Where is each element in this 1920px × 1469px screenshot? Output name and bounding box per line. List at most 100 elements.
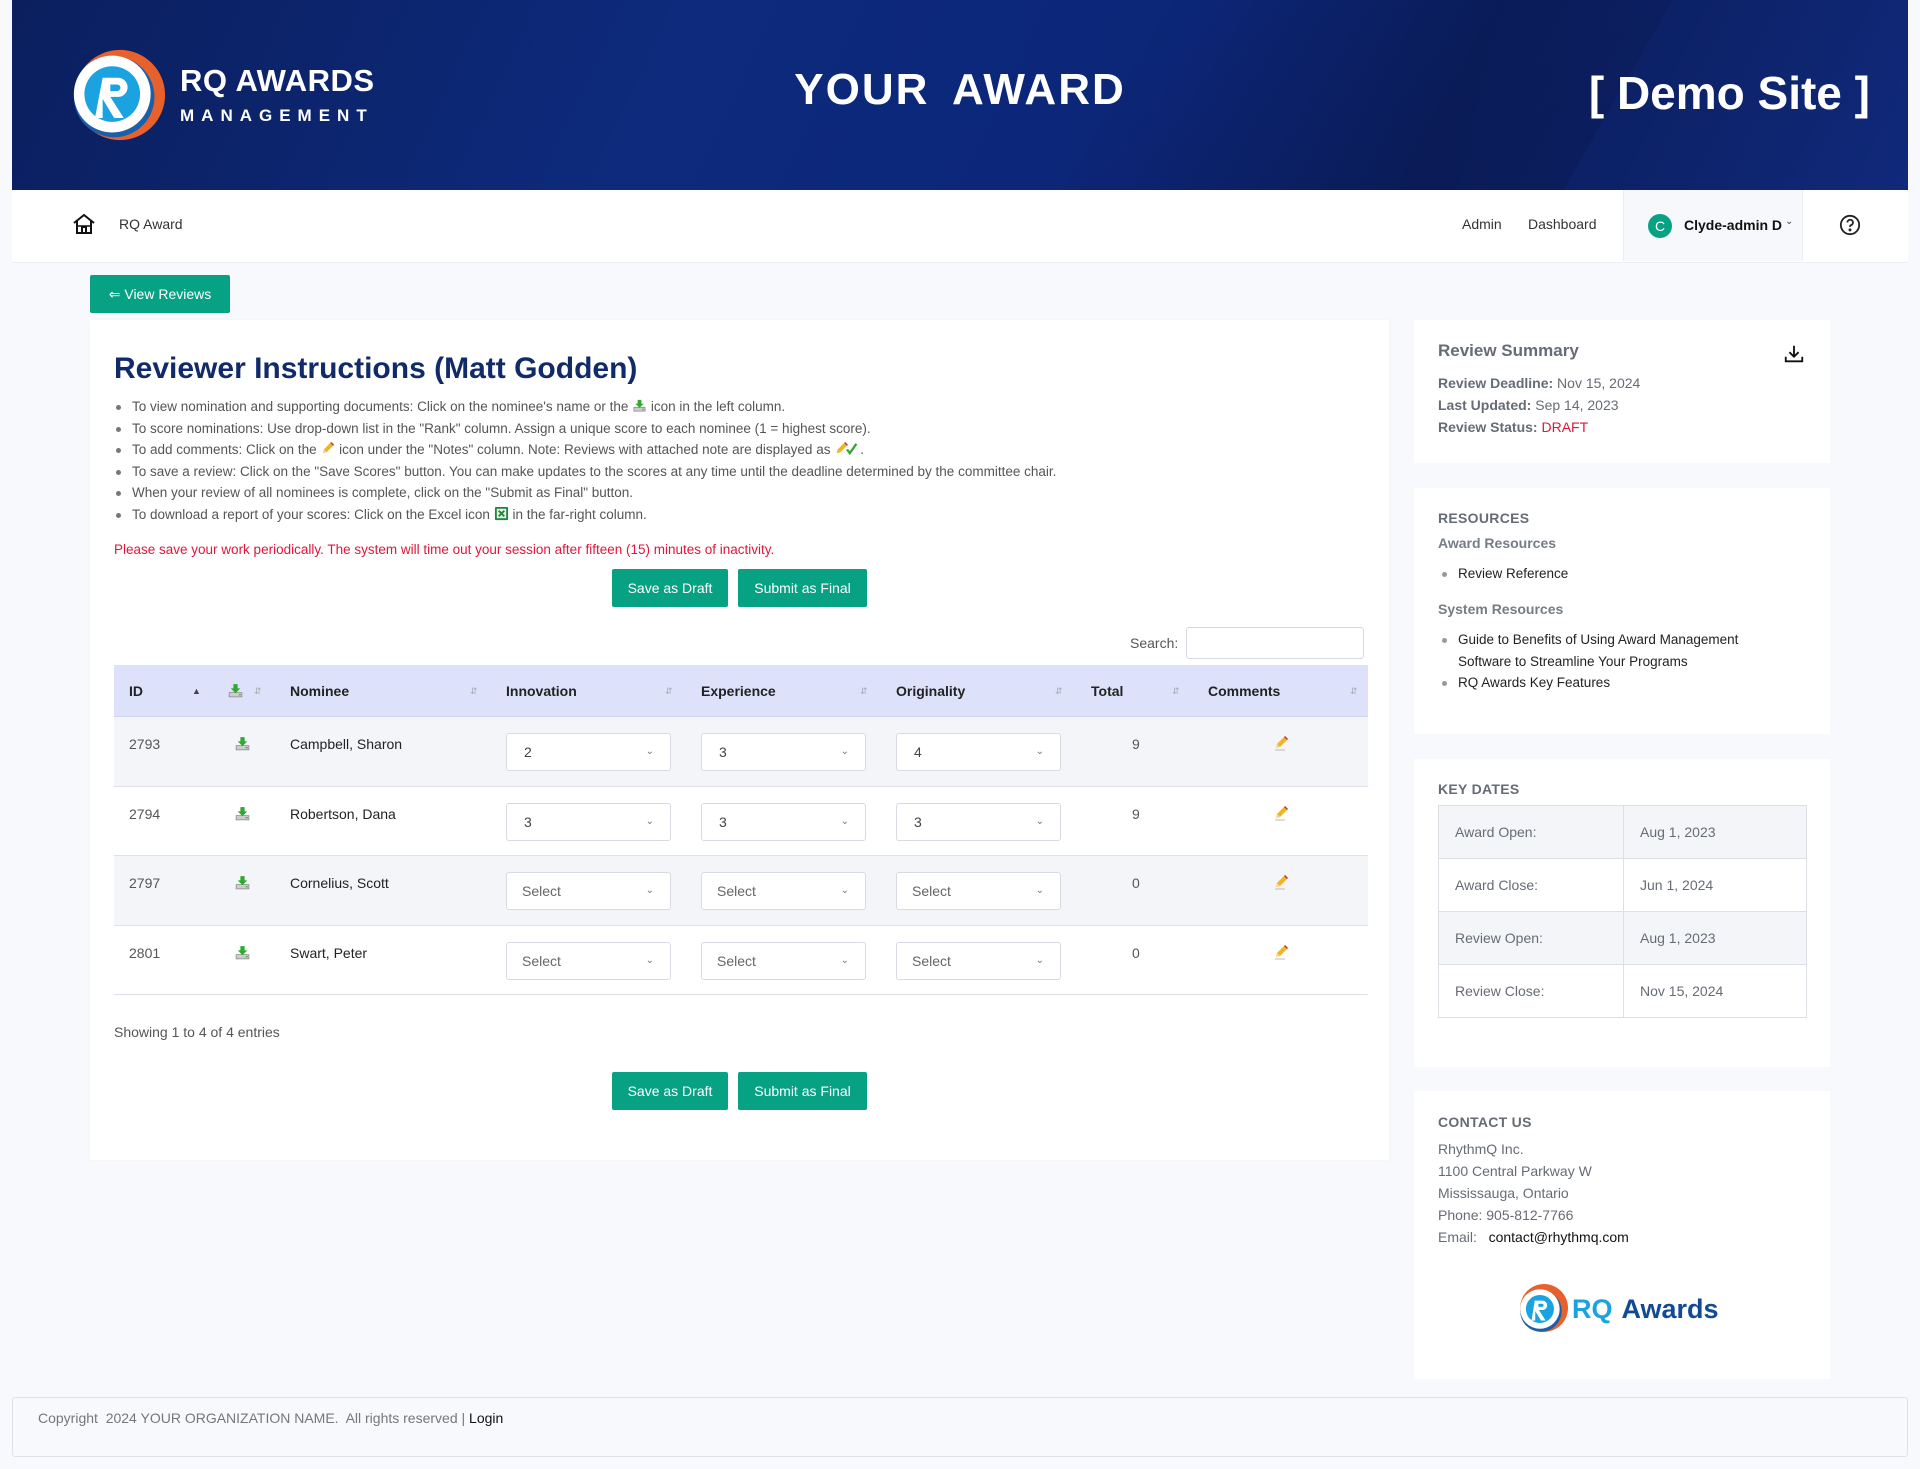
nav-dashboard-link[interactable]: Dashboard <box>1528 216 1597 232</box>
save-draft-button-bottom[interactable]: Save as Draft <box>612 1072 728 1110</box>
originality-select[interactable]: 3 ⌄ <box>896 802 1061 841</box>
sort-asc-icon[interactable]: ▲ <box>192 665 201 717</box>
sort-icon[interactable]: ⇵ <box>470 665 478 717</box>
column-header-nominee[interactable]: Nominee <box>290 665 349 717</box>
pencil-icon[interactable] <box>1273 874 1289 890</box>
total-score: 0 <box>1132 944 1140 961</box>
sort-icon[interactable]: ⇵ <box>1172 665 1180 717</box>
instruction-text: To download a report of your scores: Cli… <box>132 506 494 522</box>
login-link[interactable]: Login <box>469 1410 503 1426</box>
help-circle-icon[interactable] <box>1839 214 1861 236</box>
column-header-originality[interactable]: Originality <box>896 665 965 717</box>
instruction-item: To add comments: Click on the icon under… <box>114 439 1056 461</box>
award-resources-heading: Award Resources <box>1438 535 1557 551</box>
originality-select[interactable]: 4 ⌄ <box>896 733 1061 771</box>
sort-icon[interactable]: ⇵ <box>254 665 262 717</box>
contact-title: CONTACT US <box>1438 1114 1532 1130</box>
system-resources-list: Guide to Benefits of Using Award Managem… <box>1438 629 1788 694</box>
reviewer-panel: Reviewer Instructions (Matt Godden) To v… <box>90 320 1389 1160</box>
instruction-text: To add comments: Click on the <box>132 442 321 458</box>
chevron-down-icon: ⌄ <box>645 746 654 757</box>
avatar: C <box>1648 214 1672 238</box>
instruction-item: To download a report of your scores: Cli… <box>114 504 1056 526</box>
sort-icon[interactable]: ⇵ <box>1350 665 1358 717</box>
key-date-row: Award Open: Aug 1, 2023 <box>1438 805 1807 859</box>
award-resources-list: Review Reference <box>1438 563 1568 585</box>
pencil-icon[interactable] <box>1273 735 1289 751</box>
brand-link[interactable]: RQ Award <box>119 216 183 232</box>
originality-select[interactable]: Select ⌄ <box>896 872 1061 910</box>
key-date-row: Review Open: Aug 1, 2023 <box>1438 911 1807 965</box>
date-label: Review Close: <box>1438 964 1624 1018</box>
last-updated: Sep 14, 2023 <box>1535 397 1619 413</box>
pencil-check-icon <box>836 442 858 456</box>
experience-select[interactable]: Select ⌄ <box>701 941 866 980</box>
search-input[interactable] <box>1186 627 1364 659</box>
nominee-name-link[interactable]: Swart, Peter <box>290 945 367 961</box>
instruction-item: To save a review: Click on the "Save Sco… <box>114 461 1056 483</box>
column-header-total[interactable]: Total <box>1091 665 1123 717</box>
innovation-select[interactable]: 2 ⌄ <box>506 733 671 771</box>
instruction-text: When your review of all nominees is comp… <box>132 485 634 501</box>
sort-icon[interactable]: ⇵ <box>860 665 868 717</box>
nominee-name-link[interactable]: Campbell, Sharon <box>290 736 402 752</box>
experience-select[interactable]: 3 ⌄ <box>701 733 866 771</box>
view-reviews-button[interactable]: ⇐ View Reviews <box>90 275 230 313</box>
download-tray-icon[interactable] <box>234 805 251 822</box>
instruction-text: To view nomination and supporting docume… <box>132 399 633 414</box>
table-row: 2797 Cornelius, Scott Select ⌄ Select ⌄ Se… <box>114 856 1368 926</box>
chevron-down-icon: ⌄ <box>645 954 654 966</box>
email-link[interactable]: contact@rhythmq.com <box>1489 1229 1629 1245</box>
resource-link[interactable]: Review Reference <box>1438 563 1568 585</box>
select-value: 3 <box>719 813 727 830</box>
contact-card: CONTACT US RhythmQ Inc. 1100 Central Par… <box>1414 1091 1830 1379</box>
download-icon[interactable] <box>1783 343 1805 365</box>
save-draft-button-top[interactable]: Save as Draft <box>612 569 728 607</box>
chevron-down-icon: ⌄ <box>645 885 654 896</box>
demo-site-label: [ Demo Site ] <box>1588 67 1870 119</box>
nominee-id: 2797 <box>129 875 161 891</box>
logo-awards-text: Awards <box>1621 1293 1719 1324</box>
copyright-text: Copyright 2024 YOUR ORGANIZATION NAME. A… <box>38 1410 470 1426</box>
instruction-text: in the far-right column. <box>508 506 647 522</box>
date-label: Review Open: <box>1438 911 1624 965</box>
table-info: Showing 1 to 4 of 4 entries <box>114 1024 280 1040</box>
total-score: 9 <box>1132 805 1140 822</box>
originality-select[interactable]: Select ⌄ <box>896 941 1061 980</box>
download-tray-icon[interactable] <box>234 874 251 891</box>
sort-icon[interactable]: ⇵ <box>1055 665 1063 717</box>
nav-admin-link[interactable]: Admin <box>1462 216 1502 232</box>
user-name: Clyde-admin D <box>1684 217 1783 233</box>
download-tray-icon[interactable] <box>234 944 251 961</box>
nominee-name-link[interactable]: Robertson, Dana <box>290 806 396 822</box>
select-value: 2 <box>524 744 532 760</box>
column-header-id[interactable]: ID <box>129 665 143 717</box>
experience-select[interactable]: 3 ⌄ <box>701 802 866 841</box>
resource-link[interactable]: RQ Awards Key Features <box>1438 672 1788 694</box>
sort-icon[interactable]: ⇵ <box>665 665 673 717</box>
innovation-select[interactable]: Select ⌄ <box>506 872 671 910</box>
chevron-down-icon: ⌄ <box>840 815 849 827</box>
submit-final-button-bottom[interactable]: Submit as Final <box>738 1072 867 1110</box>
resource-link[interactable]: Guide to Benefits of Using Award Managem… <box>1438 629 1788 672</box>
experience-select[interactable]: Select ⌄ <box>701 872 866 910</box>
home-icon[interactable] <box>72 212 96 236</box>
table-header: ID ▲ ⇵ Nominee ⇵ Innovation ⇵ Experience… <box>114 665 1368 717</box>
column-header-comments[interactable]: Comments <box>1208 665 1280 717</box>
chevron-down-icon: ⌄ <box>840 954 849 966</box>
download-tray-icon[interactable] <box>234 735 251 752</box>
user-menu-dropdown[interactable]: C Clyde-admin D ⌄ <box>1623 190 1803 261</box>
email-label: Email: <box>1438 1229 1477 1245</box>
date-value: Aug 1, 2023 <box>1623 805 1807 859</box>
pencil-icon[interactable] <box>1273 944 1289 960</box>
nominee-name-link[interactable]: Cornelius, Scott <box>290 875 389 891</box>
innovation-select[interactable]: 3 ⌄ <box>506 802 671 841</box>
download-tray-icon[interactable] <box>227 682 244 699</box>
column-header-experience[interactable]: Experience <box>701 665 776 717</box>
submit-final-button-top[interactable]: Submit as Final <box>738 569 867 607</box>
page-footer: Copyright 2024 YOUR ORGANIZATION NAME. A… <box>12 1397 1908 1457</box>
pencil-icon[interactable] <box>1273 805 1289 821</box>
last-updated-label: Last Updated: <box>1438 397 1532 413</box>
column-header-innovation[interactable]: Innovation <box>506 665 577 717</box>
innovation-select[interactable]: Select ⌄ <box>506 941 671 980</box>
